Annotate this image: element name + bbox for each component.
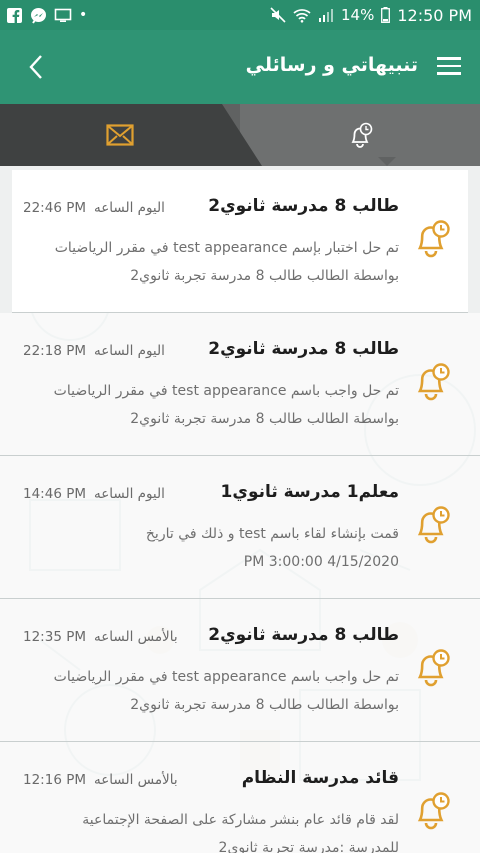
time-value: 22:18 PM <box>23 343 86 359</box>
notification-body: تم حل اختبار بإسم test appearance في مقر… <box>19 234 399 290</box>
day-label: بالأمس الساعه <box>94 629 178 645</box>
notification-body: لقد قام قائد عام بنشر مشاركة على الصفحة … <box>19 806 399 853</box>
wifi-icon <box>293 8 311 23</box>
notification-line: قمت بإنشاء لقاء باسم test و ذلك في تاريخ <box>145 526 399 542</box>
day-label: اليوم الساعه <box>94 343 165 359</box>
bell-clock-icon <box>417 220 450 258</box>
notification-line: تم حل واجب باسم test appearance في مقرر … <box>53 669 399 685</box>
notification-item[interactable]: طالب 8 مدرسة ثانوي2 22:46 PM اليوم الساعه ت… <box>12 170 468 313</box>
screen-mirror-icon <box>54 8 72 22</box>
bell-clock-icon <box>417 363 450 401</box>
notification-time: 12:35 PM بالأمس الساعه <box>23 629 178 645</box>
notification-time: 14:46 PM اليوم الساعه <box>23 486 165 502</box>
day-label: اليوم الساعه <box>94 200 165 216</box>
tab-notifications[interactable] <box>240 104 480 166</box>
bell-clock-icon <box>417 506 450 544</box>
notification-body: تم حل واجب باسم test appearance في مقرر … <box>19 377 399 433</box>
notification-line: بواسطة الطالب طالب 8 مدرسة تجربة ثانوي2 <box>130 411 399 427</box>
notification-item[interactable]: قائد مدرسة النظام 12:16 PM بالأمس الساعه لق… <box>0 742 480 853</box>
bell-clock-icon <box>417 649 450 687</box>
notification-title: طالب 8 مدرسة ثانوي2 <box>208 339 399 359</box>
app-bar: تنبيهاتي و رسائلي <box>0 30 480 104</box>
facebook-icon <box>7 7 22 23</box>
notification-title: طالب 8 مدرسة ثانوي2 <box>208 625 399 645</box>
notification-time: 22:18 PM اليوم الساعه <box>23 343 165 359</box>
notification-title: طالب 8 مدرسة ثانوي2 <box>208 196 399 216</box>
time-value: 14:46 PM <box>23 486 86 502</box>
notification-body: تم حل واجب باسم test appearance في مقرر … <box>19 663 399 719</box>
notification-line: بواسطة الطالب طالب 8 مدرسة تجربة ثانوي2 <box>130 697 399 713</box>
notification-line: بواسطة الطالب طالب 8 مدرسة تجربة ثانوي2 <box>130 268 399 284</box>
notification-line: تم حل واجب باسم test appearance في مقرر … <box>53 383 399 399</box>
status-bar: • 14% 12:50 PM <box>0 0 480 30</box>
tab-bar <box>0 104 480 166</box>
notification-item[interactable]: طالب 8 مدرسة ثانوي2 12:35 PM بالأمس الساعه… <box>0 599 480 742</box>
page-title: تنبيهاتي و رسائلي <box>245 54 418 76</box>
envelope-icon <box>106 124 134 146</box>
messenger-icon <box>31 7 46 24</box>
signal-icon <box>319 8 333 22</box>
notification-title: معلم1 مدرسة ثانوي1 <box>220 482 399 502</box>
back-chevron-icon[interactable] <box>22 52 52 82</box>
notifications-list: طالب 8 مدرسة ثانوي2 22:46 PM اليوم الساعه ت… <box>0 170 480 853</box>
tab-messages[interactable] <box>0 104 240 166</box>
time-value: 22:46 PM <box>23 200 86 216</box>
time-value: 12:35 PM <box>23 629 86 645</box>
clock: 12:50 PM <box>397 5 472 25</box>
hamburger-menu-icon[interactable] <box>434 52 464 82</box>
mute-icon <box>270 7 286 23</box>
notification-time: 12:16 PM بالأمس الساعه <box>23 772 178 788</box>
notification-item[interactable]: طالب 8 مدرسة ثانوي2 22:18 PM اليوم الساعه ت… <box>0 313 480 456</box>
active-tab-indicator <box>378 157 396 166</box>
notification-line: لقد قام قائد عام بنشر مشاركة على الصفحة … <box>82 812 399 828</box>
battery-icon <box>381 7 391 23</box>
notification-item[interactable]: معلم1 مدرسة ثانوي1 14:46 PM اليوم الساعه قم… <box>0 456 480 599</box>
notification-line: للمدرسة :مدرسة تجربة ثانوي2 <box>218 840 399 853</box>
day-label: اليوم الساعه <box>94 486 165 502</box>
notification-title: قائد مدرسة النظام <box>241 768 399 788</box>
bell-clock-icon <box>351 122 373 148</box>
day-label: بالأمس الساعه <box>94 772 178 788</box>
notification-time: 22:46 PM اليوم الساعه <box>23 200 165 216</box>
time-value: 12:16 PM <box>23 772 86 788</box>
battery-level: 14% <box>341 6 375 24</box>
dot-icon: • <box>79 7 88 23</box>
bell-clock-icon <box>417 792 450 830</box>
notification-body: قمت بإنشاء لقاء باسم test و ذلك في تاريخ… <box>19 520 399 576</box>
notification-line: 4/15/2020 3:00:00 PM <box>243 554 399 570</box>
notification-line: تم حل اختبار بإسم test appearance في مقر… <box>54 240 399 256</box>
